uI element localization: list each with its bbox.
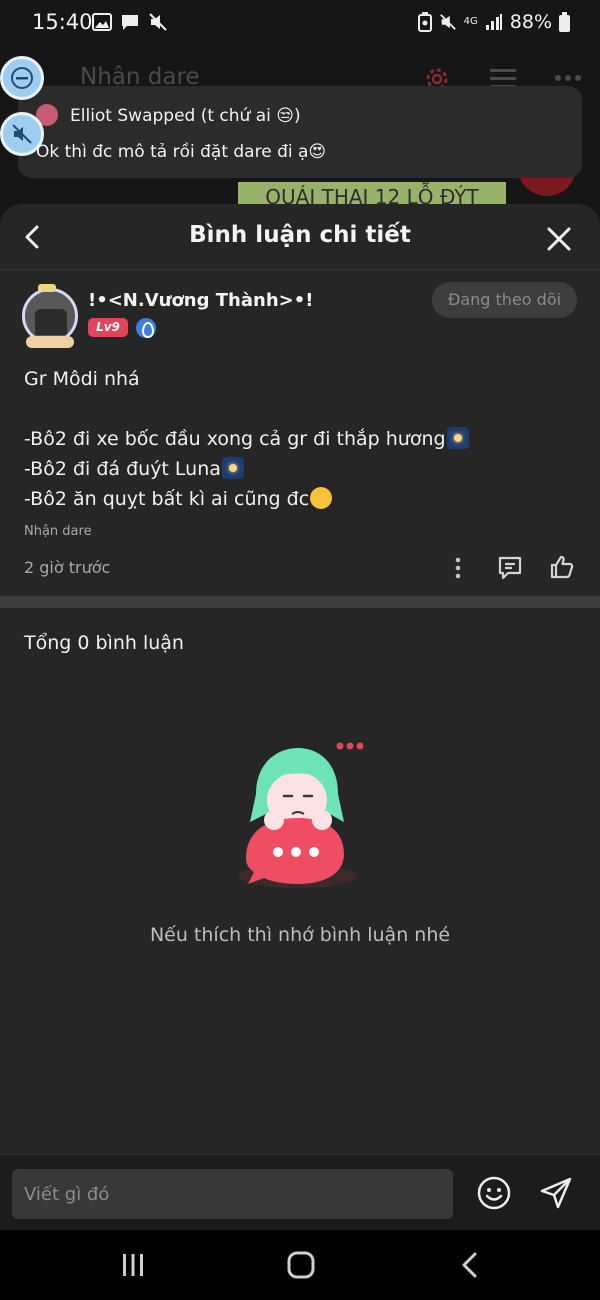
fireworks-emoji-icon bbox=[221, 457, 244, 479]
post-tag[interactable]: Nhận dare bbox=[24, 524, 92, 539]
close-icon[interactable] bbox=[544, 224, 574, 254]
comment-input[interactable] bbox=[12, 1169, 453, 1219]
thumbs-up-icon[interactable] bbox=[548, 553, 576, 581]
battery-saver-icon bbox=[417, 12, 432, 32]
level-badge: Lv9 bbox=[88, 318, 128, 337]
avatar-ribbon-decoration bbox=[26, 336, 74, 348]
post-line-with-emoji: -Bô2 ăn quỵt bất kì ai cũng đc bbox=[24, 484, 469, 514]
empty-comments-illustration bbox=[238, 742, 364, 888]
nav-back-icon[interactable] bbox=[458, 1250, 482, 1280]
status-bar: 15:40 4G 88% bbox=[0, 0, 600, 46]
home-icon[interactable] bbox=[286, 1250, 316, 1280]
battery-icon bbox=[559, 12, 570, 32]
post-line-text: -Bô2 đi đá đuýt Luna bbox=[24, 458, 221, 480]
message-icon bbox=[122, 15, 138, 30]
comment-count: Tổng 0 bình luận bbox=[24, 632, 184, 654]
post-line: Gr Môdi nhá bbox=[24, 368, 140, 390]
post-content: Gr Môdi nhá -Bô2 đi xe bốc đầu xong cả g… bbox=[24, 364, 469, 514]
mute-icon bbox=[149, 13, 167, 31]
recent-apps-icon[interactable] bbox=[120, 1252, 146, 1278]
message-notification[interactable]: Elliot Swapped (t chứ ai 😒) Ok thì đc mô… bbox=[18, 86, 582, 178]
system-navigation-bar bbox=[0, 1230, 600, 1300]
section-divider bbox=[0, 596, 600, 608]
notification-sender: Elliot Swapped (t chứ ai 😒) bbox=[70, 106, 301, 126]
send-icon[interactable] bbox=[538, 1175, 574, 1211]
speaker-mute-icon bbox=[12, 124, 32, 144]
emoji-icon[interactable] bbox=[476, 1175, 512, 1211]
more-icon[interactable] bbox=[555, 74, 581, 82]
more-vertical-icon[interactable] bbox=[446, 556, 470, 580]
page-title: Bình luận chi tiết bbox=[189, 222, 411, 248]
post-line-text: -Bô2 ăn quỵt bất kì ai cũng đc bbox=[24, 488, 310, 510]
fireworks-emoji-icon bbox=[446, 427, 469, 449]
comment-icon[interactable] bbox=[496, 554, 524, 582]
minus-icon bbox=[11, 67, 33, 89]
floating-mute-button[interactable] bbox=[0, 112, 44, 156]
status-time: 15:40 bbox=[32, 10, 93, 34]
mute-icon-right bbox=[439, 14, 456, 30]
post-line-with-emoji: -Bô2 đi đá đuýt Luna bbox=[24, 454, 469, 484]
post-line-with-emoji: -Bô2 đi xe bốc đầu xong cả gr đi thắp hư… bbox=[24, 424, 469, 454]
post-line bbox=[24, 394, 469, 424]
post-line-text: -Bô2 đi xe bốc đầu xong cả gr đi thắp hư… bbox=[24, 428, 446, 450]
verified-icon bbox=[136, 318, 156, 338]
floating-minimize-button[interactable] bbox=[0, 56, 44, 100]
gallery-icon bbox=[92, 13, 112, 31]
comment-detail-sheet: Bình luận chi tiết !•<N.Vương Thành>•! L… bbox=[0, 204, 600, 1230]
avatar-crown-decoration bbox=[38, 284, 56, 292]
network-type: 4G bbox=[463, 16, 478, 27]
sheet-header: Bình luận chi tiết bbox=[0, 204, 600, 270]
comment-composer bbox=[0, 1154, 600, 1230]
empty-state-text: Nếu thích thì nhớ bình luận nhé bbox=[149, 924, 451, 946]
notification-message: Ok thì đc mô tả rồi đặt dare đi ạ😍 bbox=[36, 142, 327, 162]
following-button[interactable]: Đang theo dõi bbox=[432, 282, 577, 318]
battery-percent: 88% bbox=[509, 11, 552, 33]
smirk-emoji-icon bbox=[310, 487, 333, 509]
post-timestamp: 2 giờ trước bbox=[24, 558, 111, 577]
author-name[interactable]: !•<N.Vương Thành>•! bbox=[88, 290, 313, 311]
signal-icon bbox=[485, 14, 502, 30]
